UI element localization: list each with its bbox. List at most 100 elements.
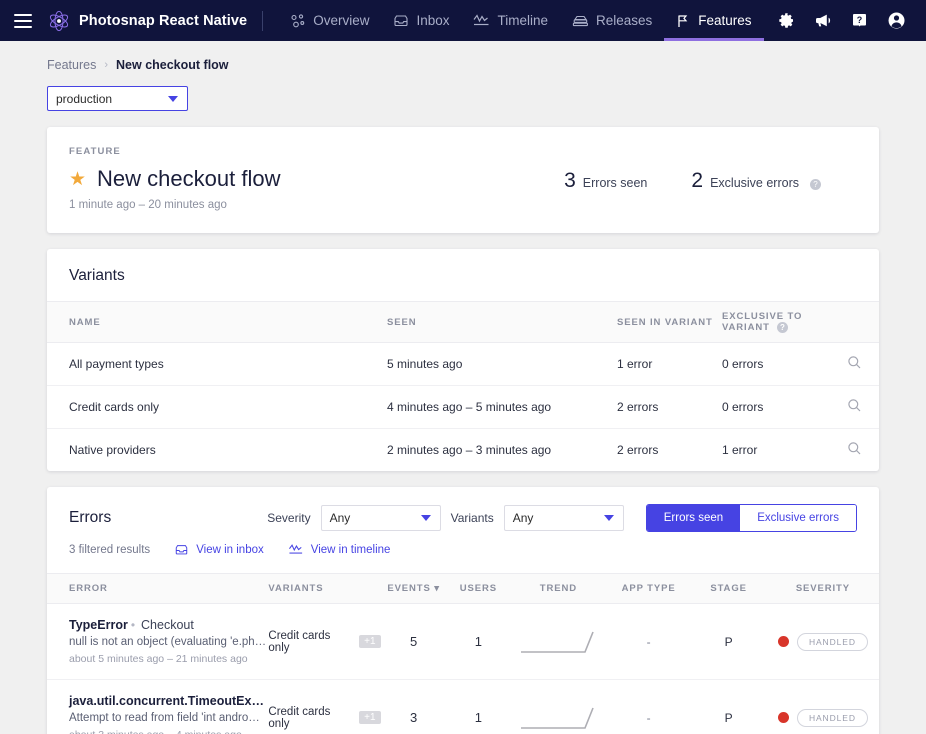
view-in-inbox-link[interactable]: View in inbox: [174, 543, 264, 557]
errors-filters: Severity Any Variants Any Errors seen Ex…: [267, 504, 857, 532]
megaphone-icon[interactable]: [814, 12, 832, 29]
nav-item-features[interactable]: Features: [664, 0, 764, 41]
errors-subheader: 3 filtered results View in inbox View in…: [47, 532, 879, 573]
filtered-results-count: 3 filtered results: [69, 544, 151, 556]
severity-filter-select[interactable]: Any: [320, 505, 441, 531]
help-tooltip-icon[interactable]: ?: [810, 179, 821, 190]
error-title-line: java.util.concurrent.TimeoutEx…: [69, 694, 268, 708]
error-type: TypeError: [69, 618, 128, 632]
view-in-timeline-label: View in timeline: [310, 544, 391, 556]
variants-card: Variants NAME SEEN SEEN IN VARIANT EXCLU…: [47, 249, 879, 471]
environment-select[interactable]: production: [47, 86, 188, 111]
errors-view-toggle: Errors seen Exclusive errors: [645, 504, 857, 532]
table-row[interactable]: java.util.concurrent.TimeoutEx… Attempt …: [47, 679, 879, 734]
nav-label-releases: Releases: [596, 13, 653, 28]
help-tooltip-icon[interactable]: ?: [777, 322, 789, 333]
col-exclusive-to-variant-label: EXCLUSIVE TO VARIANT: [722, 311, 803, 333]
errors-table: ERROR VARIANTS EVENTS ▾ USERS TREND APP …: [47, 573, 879, 734]
error-message: null is not an object (evaluating 'e.ph…: [69, 636, 267, 648]
svg-text:?: ?: [857, 15, 863, 25]
view-in-timeline-link[interactable]: View in timeline: [288, 543, 391, 557]
error-cell: java.util.concurrent.TimeoutEx… Attempt …: [47, 679, 269, 734]
nav-divider: [262, 10, 264, 31]
col-stage: STAGE: [690, 573, 767, 604]
error-app-type: -: [606, 603, 691, 680]
error-context: Checkout: [141, 618, 194, 632]
errors-table-header-row: ERROR VARIANTS EVENTS ▾ USERS TREND APP …: [47, 573, 879, 604]
toggle-exclusive-errors[interactable]: Exclusive errors: [740, 505, 856, 531]
search-icon[interactable]: [847, 355, 862, 370]
search-icon[interactable]: [847, 398, 862, 413]
breadcrumb-parent[interactable]: Features: [47, 58, 96, 72]
stat-exclusive-errors-value: 2: [691, 169, 704, 192]
variant-name: Credit cards only: [47, 385, 387, 429]
stat-exclusive-errors-label: Exclusive errors: [710, 176, 799, 190]
star-icon[interactable]: ★: [69, 170, 86, 189]
variant-overflow-badge[interactable]: +1: [359, 635, 381, 648]
variants-table: NAME SEEN SEEN IN VARIANT EXCLUSIVE TO V…: [47, 301, 879, 471]
col-severity: SEVERITY: [766, 573, 879, 604]
variant-exclusive: 0 errors: [722, 342, 829, 386]
nav-item-overview[interactable]: Overview: [278, 0, 381, 41]
primary-nav: Overview Inbox Timeline Releases Feature…: [278, 0, 764, 41]
col-error: ERROR: [47, 573, 269, 604]
view-in-inbox-label: View in inbox: [196, 544, 264, 556]
error-users: 1: [446, 603, 510, 680]
variant-overflow-badge[interactable]: +1: [359, 711, 381, 724]
col-variant-seen: SEEN: [387, 301, 617, 343]
nav-label-timeline: Timeline: [497, 13, 548, 28]
col-events[interactable]: EVENTS ▾: [380, 573, 447, 604]
toggle-errors-seen[interactable]: Errors seen: [646, 505, 741, 531]
hamburger-icon[interactable]: [14, 13, 32, 28]
variants-filter-select[interactable]: Any: [503, 505, 624, 531]
variants-filter-value: Any: [512, 511, 534, 525]
breadcrumb: Features › New checkout flow: [47, 41, 879, 72]
breadcrumb-current: New checkout flow: [116, 58, 229, 72]
errors-header: Errors Severity Any Variants Any Errors …: [47, 487, 879, 532]
trend-sparkline: [521, 707, 595, 729]
variant-seen: 5 minutes ago: [387, 342, 617, 386]
errors-title: Errors: [69, 509, 112, 526]
severity-filter-label: Severity: [267, 511, 311, 525]
variant-name: Native providers: [69, 443, 156, 457]
help-icon[interactable]: ?: [851, 12, 868, 29]
nav-item-inbox[interactable]: Inbox: [381, 0, 461, 41]
inbox-icon: [394, 14, 409, 26]
table-row[interactable]: Native providers 2 minutes ago – 3 minut…: [47, 429, 879, 472]
error-type: java.util.concurrent.TimeoutEx…: [69, 694, 264, 708]
stat-errors-seen-label: Errors seen: [582, 176, 648, 190]
table-row[interactable]: Credit cards only 4 minutes ago – 5 minu…: [47, 385, 879, 429]
col-variant-name: NAME: [47, 301, 387, 343]
error-cell: TypeError • Checkout null is not an object…: [47, 603, 269, 680]
col-seen-in-variant: SEEN IN VARIANT: [617, 301, 722, 343]
error-events: 5: [380, 603, 447, 680]
environment-select-wrapper: production: [47, 86, 879, 111]
errors-card: Errors Severity Any Variants Any Errors …: [47, 487, 879, 734]
table-row[interactable]: All payment types 5 minutes ago 1 error …: [47, 342, 879, 386]
feature-summary-card: FEATURE ★ New checkout flow 1 minute ago…: [47, 127, 879, 233]
flag-icon: [678, 14, 688, 27]
variant-seen-in-variant: 2 errors: [617, 385, 722, 429]
brand-title: Photosnap React Native: [79, 12, 248, 29]
stat-errors-seen-value: 3: [564, 169, 576, 192]
gear-icon[interactable]: [778, 12, 795, 29]
account-icon[interactable]: [887, 11, 906, 30]
variant-seen-in-variant: 2 errors: [617, 443, 659, 457]
nav-item-releases[interactable]: Releases: [560, 0, 664, 41]
error-stage: P: [690, 679, 767, 734]
nav-item-timeline[interactable]: Timeline: [461, 0, 560, 41]
col-exclusive-to-variant: EXCLUSIVE TO VARIANT ?: [722, 301, 829, 343]
error-variants-cell: Credit cards only +1: [268, 603, 381, 680]
col-variants: VARIANTS: [268, 573, 381, 604]
variants-table-header-row: NAME SEEN SEEN IN VARIANT EXCLUSIVE TO V…: [47, 301, 879, 343]
severity-dot-icon: [777, 636, 789, 647]
error-variants-cell: Credit cards only +1: [268, 679, 381, 734]
variant-seen: 2 minutes ago – 3 minutes ago: [387, 443, 552, 457]
feature-timerange: 1 minute ago – 20 minutes ago: [69, 199, 227, 211]
breadcrumb-separator: ›: [104, 59, 109, 71]
nav-label-inbox: Inbox: [416, 13, 450, 28]
chevron-down-icon: [420, 515, 431, 521]
search-icon[interactable]: [847, 441, 862, 456]
feature-identity: FEATURE ★ New checkout flow 1 minute ago…: [69, 146, 280, 211]
table-row[interactable]: TypeError • Checkout null is not an object…: [47, 603, 879, 680]
